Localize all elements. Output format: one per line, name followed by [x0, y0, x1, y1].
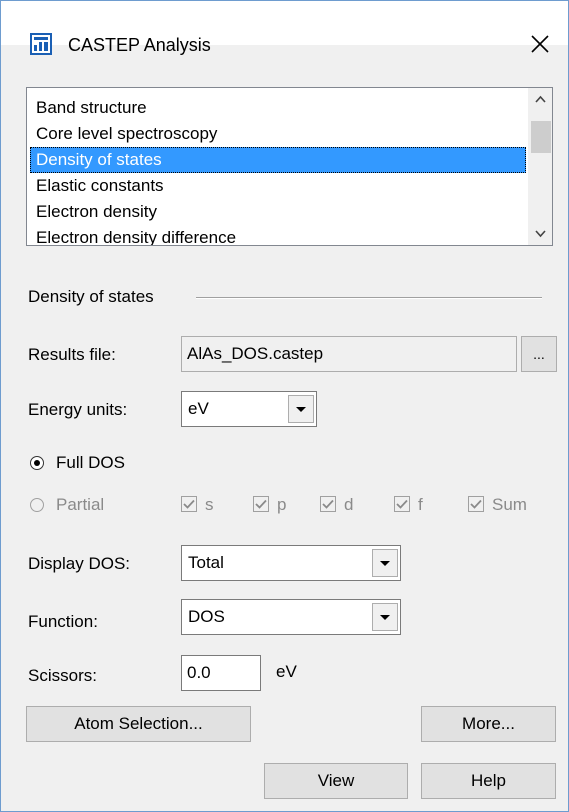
orbital-p-label: p	[277, 495, 287, 514]
atom-selection-button[interactable]: Atom Selection...	[26, 706, 251, 742]
chevron-down-icon	[380, 615, 390, 620]
orbital-sum-label: Sum	[492, 495, 527, 514]
display-dos-label: Display DOS:	[28, 554, 131, 573]
full-dos-label: Full DOS	[56, 453, 125, 472]
function-dropdown-button[interactable]	[372, 603, 398, 631]
orbital-p-checkbox[interactable]	[253, 496, 269, 512]
partial-radio[interactable]	[29, 497, 45, 513]
list-item-band-structure[interactable]: Band structure	[30, 95, 526, 121]
help-button[interactable]: Help	[421, 763, 556, 799]
scissors-input[interactable]: 0.0	[181, 655, 261, 691]
list-item-elastic-constants[interactable]: Elastic constants	[30, 173, 526, 199]
display-dos-select[interactable]: Total	[181, 545, 401, 581]
orbital-s-label: s	[205, 495, 214, 514]
orbital-f-label: f	[418, 495, 423, 514]
scroll-up-arrow-icon[interactable]	[529, 88, 552, 111]
vertical-scrollbar[interactable]	[528, 88, 552, 245]
list-item-electron-density-difference[interactable]: Electron density difference	[30, 225, 526, 245]
close-icon[interactable]	[527, 31, 553, 57]
full-dos-radio[interactable]	[29, 455, 45, 471]
browse-button[interactable]: ...	[521, 336, 557, 372]
app-icon	[30, 33, 52, 55]
scrollbar-thumb[interactable]	[531, 121, 551, 153]
energy-units-select[interactable]: eV	[181, 391, 317, 427]
view-button[interactable]: View	[264, 763, 408, 799]
list-item-core-level-spectroscopy[interactable]: Core level spectroscopy	[30, 121, 526, 147]
list-items: Band structure Core level spectroscopy D…	[30, 95, 526, 245]
display-dos-value: Total	[188, 553, 224, 572]
scissors-unit: eV	[276, 662, 297, 681]
function-select[interactable]: DOS	[181, 599, 401, 635]
energy-units-label: Energy units:	[28, 400, 128, 419]
results-file-label: Results file:	[28, 345, 116, 364]
orbital-f-checkbox[interactable]	[394, 496, 410, 512]
orbital-d-label: d	[344, 495, 354, 514]
title-bar[interactable]: CASTEP Analysis	[1, 1, 568, 55]
group-heading: Density of states	[28, 287, 154, 306]
list-item-density-of-states[interactable]: Density of states	[30, 147, 526, 173]
scroll-down-arrow-icon[interactable]	[529, 222, 552, 245]
function-value: DOS	[188, 607, 225, 626]
function-label: Function:	[28, 612, 98, 631]
group-divider	[196, 297, 542, 299]
display-dos-dropdown-button[interactable]	[372, 549, 398, 577]
analysis-task-list[interactable]: Band structure Core level spectroscopy D…	[26, 87, 553, 246]
more-button[interactable]: More...	[421, 706, 556, 742]
window-title: CASTEP Analysis	[68, 35, 211, 55]
chevron-down-icon	[296, 407, 306, 412]
chevron-down-icon	[380, 561, 390, 566]
list-item-electron-density[interactable]: Electron density	[30, 199, 526, 225]
energy-units-dropdown-button[interactable]	[288, 395, 314, 423]
orbital-d-checkbox[interactable]	[320, 496, 336, 512]
orbital-s-checkbox[interactable]	[181, 496, 197, 512]
castep-analysis-window: CASTEP Analysis Band structure Core leve…	[0, 0, 569, 812]
orbital-sum-checkbox[interactable]	[468, 496, 484, 512]
partial-label: Partial	[56, 495, 105, 514]
energy-units-value: eV	[188, 399, 209, 418]
results-file-field[interactable]: AlAs_DOS.castep	[181, 336, 517, 372]
scissors-label: Scissors:	[28, 666, 97, 685]
